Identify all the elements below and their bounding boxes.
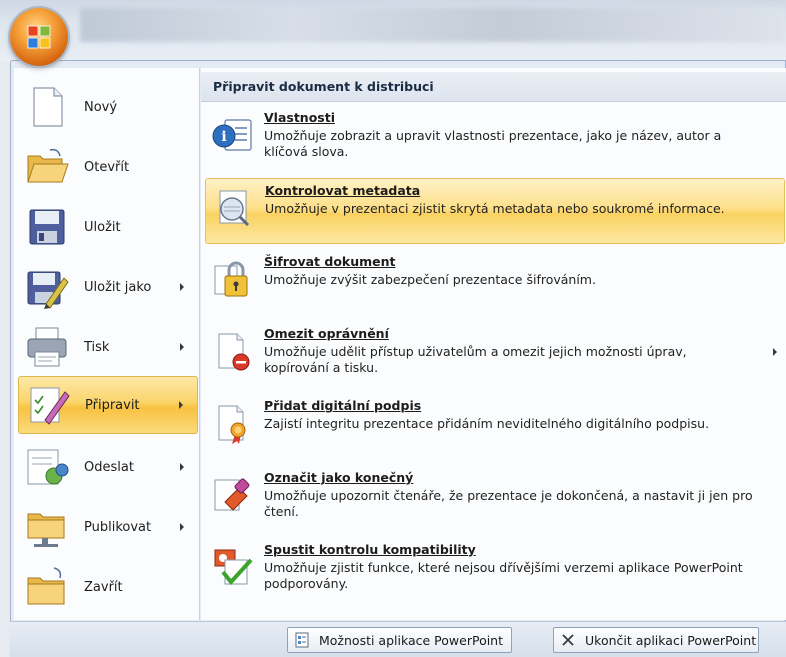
item-description: Umožňuje upozornit čtenáře, že prezentac…: [264, 488, 753, 519]
item-description: Zajistí integritu prezentace přidáním ne…: [264, 416, 710, 431]
item-title: Přidat digitální podpis: [264, 398, 422, 413]
save-disk-icon: [29, 209, 65, 245]
item-title: Šifrovat dokument: [264, 254, 396, 269]
item-title: Označit jako konečný: [264, 470, 414, 485]
item-description: Umožňuje zjistit funkce, které nejsou dř…: [264, 560, 743, 591]
close-folder-icon: [27, 567, 65, 605]
submenu-arrow-icon: [180, 343, 184, 351]
digital-signature-icon: [218, 405, 246, 444]
item-description: Umožňuje v prezentaci zjistit skrytá met…: [265, 201, 725, 216]
submenu-arrow-icon: [180, 463, 184, 471]
submenu-arrow-icon: [180, 523, 184, 531]
compatibility-check-icon: [214, 549, 253, 586]
office-menu-left-column: Nový Otevřít Uložit Uložit jako Tisk Při…: [14, 68, 200, 620]
exit-powerpoint-button[interactable]: Ukončit aplikaci PowerPoint: [553, 627, 760, 653]
prepare-item-inspect-metadata[interactable]: Kontrolovat metadata Umožňuje v prezenta…: [205, 178, 785, 244]
exit-button-label: Ukončit aplikaci PowerPoint: [585, 632, 757, 648]
submenu-arrow-icon: [179, 401, 183, 409]
item-description: Umožňuje zobrazit a upravit vlastnosti p…: [264, 128, 722, 159]
menu-item-close[interactable]: Zavřít: [18, 558, 198, 616]
blurred-ribbon: [80, 8, 786, 42]
menu-item-print[interactable]: Tisk: [18, 318, 198, 376]
item-description: Umožňuje zvýšit zabezpečení prezentace š…: [264, 272, 596, 287]
save-as-icon: [27, 271, 69, 309]
menu-item-label: Nový: [84, 99, 118, 115]
lock-icon: [214, 261, 248, 297]
menu-item-publish[interactable]: Publikovat: [18, 498, 198, 556]
menu-item-open[interactable]: Otevřít: [18, 138, 198, 196]
submenu-arrow-icon: [180, 283, 184, 291]
mark-final-stamp-icon: [214, 478, 250, 511]
menu-item-prepare[interactable]: Připravit: [18, 376, 198, 434]
menu-item-label: Publikovat: [84, 519, 152, 535]
item-description: Umožňuje udělit přístup uživatelům a ome…: [264, 344, 687, 375]
new-document-icon: [33, 87, 63, 127]
properties-icon: i: [212, 119, 252, 151]
restrict-permission-icon: [218, 333, 250, 371]
prepare-item-properties[interactable]: i Vlastnosti Umožňuje zobrazit a upravit…: [205, 106, 785, 172]
prepare-item-encrypt[interactable]: Šifrovat dokument Umožňuje zvýšit zabezp…: [205, 250, 785, 316]
prepare-item-restrict-permission[interactable]: Omezit oprávnění Umožňuje udělit přístup…: [205, 322, 785, 388]
prepare-item-compatibility-check[interactable]: Spustit kontrolu kompatibility Umožňuje …: [205, 538, 785, 604]
item-title: Vlastnosti: [264, 110, 335, 125]
item-title: Omezit oprávnění: [264, 326, 389, 341]
menu-item-send[interactable]: Odeslat: [18, 438, 198, 496]
office-logo-icon: [27, 25, 51, 49]
menu-item-label: Tisk: [84, 339, 110, 355]
menu-item-label: Připravit: [85, 397, 140, 413]
publish-folder-icon: [27, 513, 65, 547]
menu-item-label: Odeslat: [84, 459, 134, 475]
menu-item-label: Uložit: [84, 219, 121, 235]
menu-item-label: Zavřít: [84, 579, 123, 595]
menu-item-label: Uložit jako: [84, 279, 152, 295]
submenu-arrow-icon: [773, 348, 777, 356]
options-icon: [295, 632, 309, 648]
submenu-header: Připravit dokument k distribuci: [201, 72, 786, 102]
prepare-submenu: Připravit dokument k distribuci i Vlastn…: [201, 68, 786, 620]
menu-item-save[interactable]: Uložit: [18, 198, 198, 256]
menu-item-label: Otevřít: [84, 159, 130, 175]
item-title: Kontrolovat metadata: [265, 183, 421, 198]
close-x-icon: [562, 634, 574, 646]
open-folder-icon: [27, 148, 69, 183]
menu-item-new[interactable]: Nový: [18, 78, 198, 136]
title-bar: [0, 0, 786, 62]
svg-text:i: i: [221, 129, 226, 145]
inspect-document-icon: [219, 190, 250, 227]
powerpoint-options-button[interactable]: Možnosti aplikace PowerPoint: [287, 627, 513, 653]
prepare-document-icon: [30, 387, 70, 425]
prepare-item-add-signature[interactable]: Přidat digitální podpis Zajistí integrit…: [205, 394, 785, 460]
printer-icon: [27, 327, 67, 367]
prepare-item-mark-as-final[interactable]: Označit jako konečný Umožňuje upozornit …: [205, 466, 785, 532]
office-button[interactable]: [10, 8, 68, 66]
options-button-label: Možnosti aplikace PowerPoint: [319, 632, 504, 648]
send-icon: [27, 449, 69, 485]
item-title: Spustit kontrolu kompatibility: [264, 542, 476, 557]
office-menu-footer: Možnosti aplikace PowerPoint Ukončit apl…: [10, 621, 786, 657]
menu-item-save-as[interactable]: Uložit jako: [18, 258, 198, 316]
